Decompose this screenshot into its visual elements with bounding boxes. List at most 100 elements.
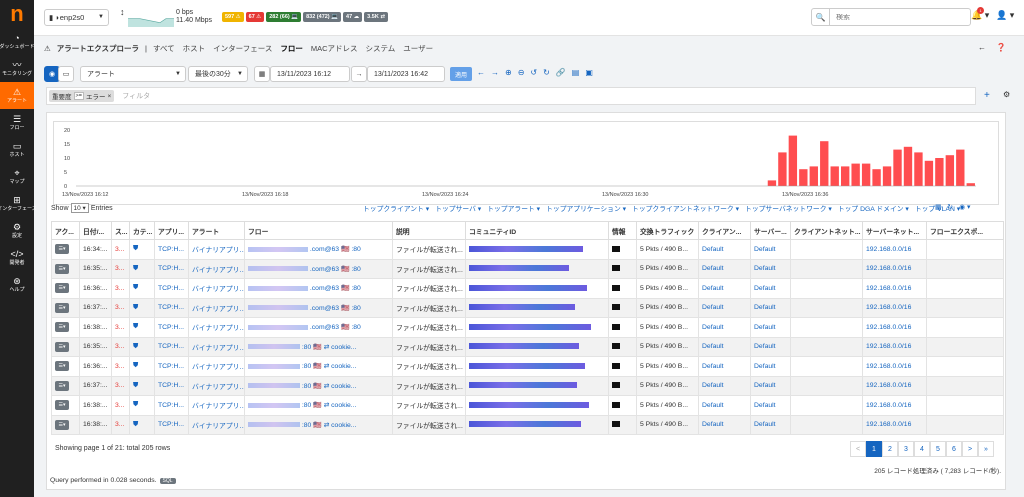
column-header[interactable]: 情報 bbox=[608, 221, 637, 240]
add-filter-icon[interactable]: + bbox=[984, 90, 990, 101]
cell-client-pool[interactable]: Default bbox=[698, 239, 751, 260]
to-date-input[interactable]: 13/11/2023 16:42 bbox=[367, 66, 445, 82]
cell-server-pool[interactable]: Default bbox=[750, 356, 791, 377]
tab-6[interactable]: ユーザー bbox=[403, 43, 433, 54]
arrow-right-icon[interactable]: → bbox=[491, 68, 499, 77]
chart-bar[interactable] bbox=[788, 135, 798, 186]
tab-0[interactable]: すべて bbox=[153, 43, 175, 54]
cell-flow[interactable]: .com@63 🇺🇸 :80 bbox=[244, 239, 393, 260]
tab-3[interactable]: フロー bbox=[280, 43, 303, 54]
status-badge[interactable]: 597 ⚠ bbox=[222, 12, 244, 22]
cell-server-pool[interactable]: Default bbox=[750, 258, 791, 279]
column-header[interactable]: サーバーネット... bbox=[862, 221, 927, 240]
sidebar-item-6[interactable]: ⊞ インターフェース bbox=[0, 190, 37, 217]
info-icon[interactable] bbox=[612, 421, 620, 428]
table-row[interactable]: ☰▾ 16:36:... 3... ⛊ TCP:H... バイナリアプリ... :80 🇺… bbox=[51, 356, 1004, 377]
cell-alert[interactable]: バイナリアプリ... bbox=[188, 375, 245, 396]
chart-bar[interactable] bbox=[903, 146, 913, 186]
info-icon[interactable] bbox=[612, 284, 620, 291]
chart-bar[interactable] bbox=[956, 149, 965, 186]
cell-alert[interactable]: バイナリアプリ... bbox=[188, 317, 245, 338]
chart-bar[interactable] bbox=[861, 163, 871, 186]
cell-alert[interactable]: バイナリアプリ... bbox=[188, 356, 245, 377]
cell-app[interactable]: TCP:H... bbox=[154, 336, 189, 357]
page-button[interactable]: 2 bbox=[882, 441, 898, 457]
cell-server-net[interactable]: 192.168.0.0/16 bbox=[862, 317, 927, 338]
table-row[interactable]: ☰▾ 16:37:... 3... ⛊ TCP:H... バイナリアプリ... .com@… bbox=[51, 297, 1004, 318]
column-header[interactable]: ス... bbox=[111, 221, 130, 240]
row-actions-button[interactable]: ☰▾ bbox=[55, 380, 69, 391]
table-row[interactable]: ☰▾ 16:38:... 3... ⛊ TCP:H... バイナリアプリ... .com@… bbox=[51, 317, 1004, 338]
tab-1[interactable]: ホスト bbox=[183, 43, 206, 54]
interface-select[interactable]: ▮ ◗ enp2s0 ▼ bbox=[44, 9, 109, 26]
zoom-out-icon[interactable]: ⊖ bbox=[518, 68, 525, 77]
column-header[interactable]: アプリ... bbox=[154, 221, 189, 240]
row-actions-button[interactable]: ☰▾ bbox=[55, 322, 69, 333]
table-row[interactable]: ☰▾ 16:34:... 3... ⛊ TCP:H... バイナリアプリ... .com@… bbox=[51, 239, 1004, 260]
columns-icon[interactable]: ▦ bbox=[935, 203, 941, 211]
tab-2[interactable]: インターフェース bbox=[213, 43, 272, 54]
user-icon[interactable]: 👤 ▾ bbox=[996, 10, 1014, 21]
cell-server-net[interactable]: 192.168.0.0/16 bbox=[862, 258, 927, 279]
chart-bar[interactable] bbox=[809, 166, 818, 186]
column-header[interactable]: フロー bbox=[244, 221, 393, 240]
from-date-input[interactable]: 13/11/2023 16:12 bbox=[270, 66, 350, 82]
cell-flow[interactable]: :80 🇺🇸 ⇄ cookie... bbox=[244, 336, 393, 357]
cell-app[interactable]: TCP:H... bbox=[154, 258, 189, 279]
top-dropdown-3[interactable]: トップアプリケーション ▾ bbox=[546, 203, 626, 213]
cell-alert[interactable]: バイナリアプリ... bbox=[188, 336, 245, 357]
undo-icon[interactable]: ↺ bbox=[530, 68, 537, 77]
cell-flow[interactable]: :80 🇺🇸 ⇄ cookie... bbox=[244, 414, 393, 435]
eye-icon[interactable]: ◉ ▾ bbox=[959, 203, 970, 211]
search-input[interactable] bbox=[830, 13, 965, 21]
column-header[interactable]: 説明 bbox=[392, 221, 466, 240]
cell-server-pool[interactable]: Default bbox=[750, 336, 791, 357]
page-button[interactable]: » bbox=[978, 441, 994, 457]
ntopng-logo[interactable]: n bbox=[0, 0, 34, 28]
top-dropdown-1[interactable]: トップサーバ ▾ bbox=[435, 203, 481, 213]
column-header[interactable]: 交換トラフィック bbox=[636, 221, 699, 240]
cell-flow[interactable]: :80 🇺🇸 ⇄ cookie... bbox=[244, 395, 393, 416]
page-button[interactable]: 3 bbox=[898, 441, 914, 457]
status-badge[interactable]: 67 ⚠ bbox=[245, 12, 265, 22]
table-row[interactable]: ☰▾ 16:36:... 3... ⛊ TCP:H... バイナリアプリ... .com@… bbox=[51, 278, 1004, 299]
table-row[interactable]: ☰▾ 16:35:... 3... ⛊ TCP:H... バイナリアプリ... .com@… bbox=[51, 258, 1004, 279]
cell-server-pool[interactable]: Default bbox=[750, 414, 791, 435]
info-icon[interactable] bbox=[612, 382, 620, 389]
sidebar-item-2[interactable]: ⚠ アラート bbox=[0, 82, 34, 109]
cell-alert[interactable]: バイナリアプリ... bbox=[188, 414, 245, 435]
top-dropdown-6[interactable]: トップ DGA ドメイン ▾ bbox=[838, 203, 909, 213]
cell-client-pool[interactable]: Default bbox=[698, 336, 751, 357]
top-dropdown-2[interactable]: トップアラート ▾ bbox=[487, 203, 540, 213]
column-header[interactable]: コミュニティID bbox=[465, 221, 609, 240]
refresh-icon[interactable]: ↻ bbox=[543, 68, 550, 77]
cell-server-net[interactable]: 192.168.0.0/16 bbox=[862, 356, 927, 377]
cell-server-pool[interactable]: Default bbox=[750, 395, 791, 416]
cell-app[interactable]: TCP:H... bbox=[154, 297, 189, 318]
apply-button[interactable]: 適用 bbox=[450, 67, 472, 81]
table-row[interactable]: ☰▾ 16:38:... 3... ⛊ TCP:H... バイナリアプリ... :80 🇺… bbox=[51, 414, 1004, 435]
info-icon[interactable] bbox=[612, 401, 620, 408]
cell-flow[interactable]: .com@63 🇺🇸 :80 bbox=[244, 258, 393, 279]
chart-bar[interactable] bbox=[767, 180, 777, 186]
page-button[interactable]: 4 bbox=[914, 441, 930, 457]
calendar-icon[interactable]: ▦ bbox=[254, 66, 270, 82]
cell-alert[interactable]: バイナリアプリ... bbox=[188, 395, 245, 416]
status-badge[interactable]: 832 (472) 💻 bbox=[303, 12, 342, 22]
chart-bar[interactable] bbox=[945, 155, 955, 186]
row-actions-button[interactable]: ☰▾ bbox=[55, 419, 69, 430]
archive-icon[interactable]: ▣ bbox=[585, 68, 593, 77]
info-icon[interactable] bbox=[612, 265, 620, 272]
cell-server-pool[interactable]: Default bbox=[750, 278, 791, 299]
top-dropdown-4[interactable]: トップクライアントネットワーク ▾ bbox=[632, 203, 739, 213]
link-icon[interactable]: 🔗 bbox=[556, 68, 566, 77]
alert-type-select[interactable]: アラート ▼ bbox=[80, 66, 186, 82]
column-header[interactable]: クライアン... bbox=[698, 221, 751, 240]
page-button[interactable]: 1 bbox=[866, 441, 882, 457]
sidebar-item-1[interactable]: 〰モニタリング bbox=[0, 55, 34, 82]
cell-flow[interactable]: .com@63 🇺🇸 :80 bbox=[244, 278, 393, 299]
bell-icon[interactable]: 🔔 1 ▾ bbox=[971, 7, 989, 21]
cell-client-pool[interactable]: Default bbox=[698, 375, 751, 396]
cell-app[interactable]: TCP:H... bbox=[154, 239, 189, 260]
chart-bar[interactable] bbox=[914, 152, 923, 186]
